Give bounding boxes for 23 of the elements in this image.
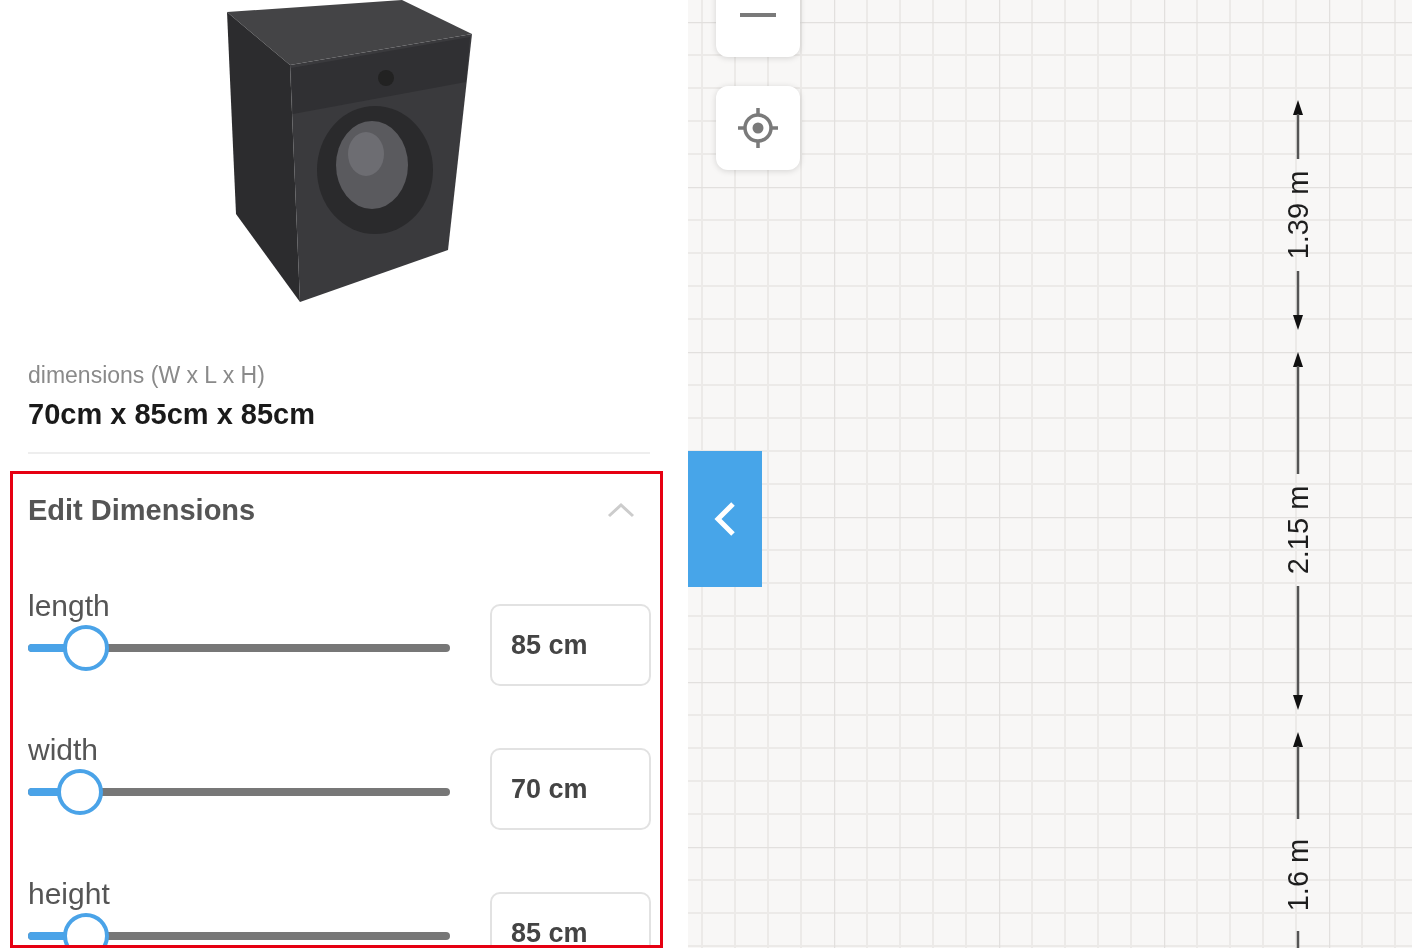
field-label: height	[28, 876, 110, 912]
measurement-label: 1.39 m	[1283, 170, 1313, 260]
measurement-label: 1.6 m	[1283, 838, 1313, 912]
dimension-input[interactable]: 85 cm	[490, 892, 651, 945]
chevron-left-icon	[714, 501, 736, 537]
minus-icon	[740, 13, 776, 17]
crosshair-icon	[738, 108, 778, 148]
field-label: length	[28, 588, 110, 624]
slider-track[interactable]	[28, 768, 450, 816]
locate-button[interactable]	[716, 86, 800, 170]
section-title: Edit Dimensions	[28, 493, 256, 528]
slider-thumb[interactable]	[62, 913, 109, 945]
dimension-input[interactable]: 70 cm	[490, 748, 651, 830]
floor-plan-canvas[interactable]: 1.39 m 2.15 m 1.6 m	[688, 0, 1412, 948]
slider-thumb[interactable]	[56, 769, 103, 815]
dimensions-value: 70cm x 85cm x 85cm	[28, 397, 316, 432]
dimension-input[interactable]: 85 cm	[490, 604, 651, 686]
dimensions-label: dimensions (W x L x H)	[28, 361, 266, 390]
slider-track[interactable]	[28, 624, 450, 672]
measurement-label: 2.15 m	[1283, 485, 1313, 575]
collapse-panel-button[interactable]	[688, 451, 762, 587]
field-label: width	[28, 732, 99, 768]
slider-thumb[interactable]	[62, 625, 109, 671]
